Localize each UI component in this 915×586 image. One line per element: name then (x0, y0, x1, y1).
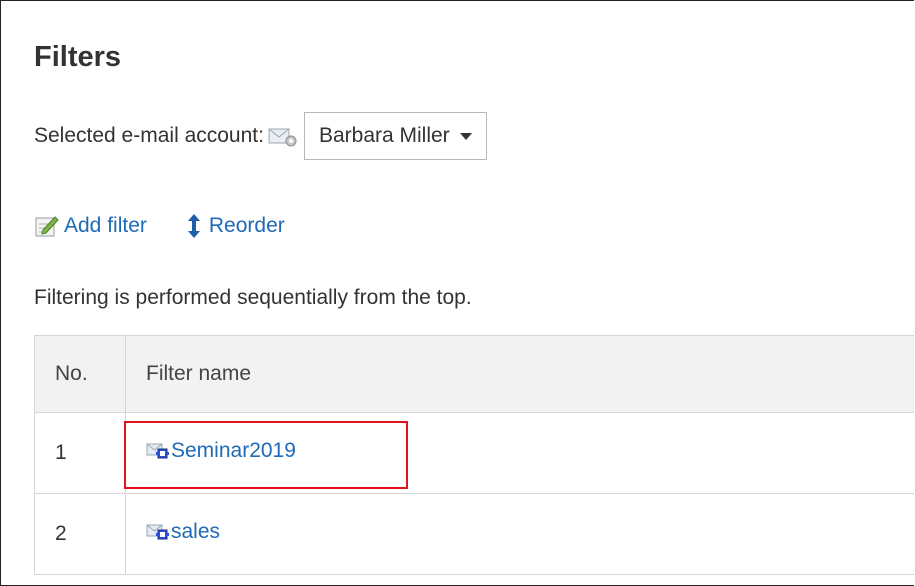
mail-settings-icon (268, 124, 298, 148)
table-row: 1 Seminar2019 (34, 412, 914, 494)
add-filter-label: Add filter (64, 214, 147, 237)
mail-filter-icon (146, 443, 169, 459)
chevron-down-icon (459, 132, 472, 140)
mail-filter-icon (146, 524, 169, 540)
filters-table: No. Filter name 1 Seminar2019 2 sales (34, 335, 914, 575)
filter-name-cell: Seminar2019 (125, 412, 914, 494)
filters-panel: Filters Selected e-mail account: Barbara… (0, 0, 914, 586)
row-number: 1 (34, 412, 126, 494)
row-number: 2 (34, 493, 126, 575)
page-title: Filters (34, 41, 122, 73)
account-selected-value: Barbara Miller (318, 124, 450, 147)
filter-link-seminar2019[interactable]: Seminar2019 (146, 439, 296, 463)
action-bar: Add filter Reorder (34, 213, 285, 239)
filter-link-sales[interactable]: sales (146, 520, 220, 544)
filter-name: Seminar2019 (171, 439, 296, 462)
table-row: 2 sales (34, 493, 914, 575)
column-header-filter-name: Filter name (125, 335, 914, 413)
reorder-link[interactable]: Reorder (183, 213, 285, 239)
filter-name-cell: sales (125, 493, 914, 575)
reorder-arrows-icon (187, 214, 200, 238)
hint-text: Filtering is performed sequentially from… (34, 286, 472, 309)
reorder-label: Reorder (208, 214, 285, 237)
add-filter-link[interactable]: Add filter (34, 214, 147, 238)
table-header-row: No. Filter name (34, 335, 914, 413)
edit-pencil-icon (35, 216, 59, 237)
column-header-no: No. (34, 335, 126, 413)
account-dropdown[interactable]: Barbara Miller (303, 112, 487, 160)
account-row: Selected e-mail account: Barbara Miller (34, 111, 487, 161)
filter-name: sales (171, 520, 221, 543)
account-label: Selected e-mail account: (34, 124, 264, 147)
